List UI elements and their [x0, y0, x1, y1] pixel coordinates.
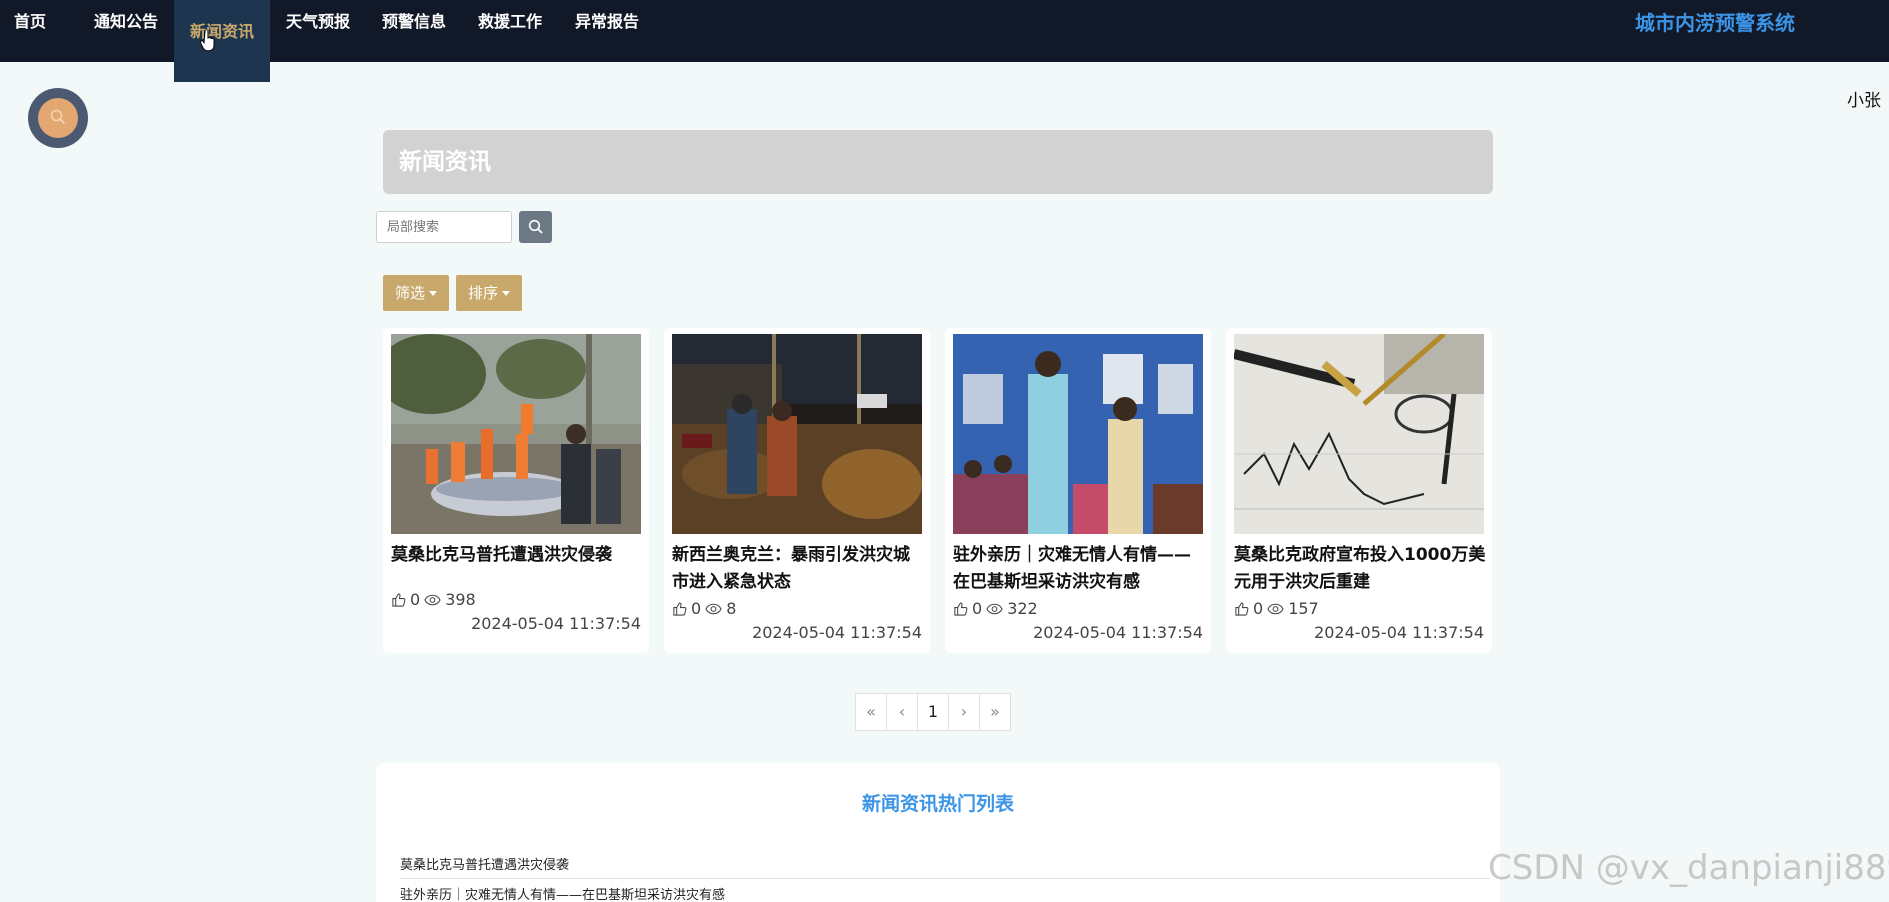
nav-item-rescue[interactable]: 救援工作 — [478, 0, 542, 46]
news-image-relief-tent[interactable] — [953, 334, 1203, 534]
news-card[interactable]: 莫桑比克政府宣布投入1000万美元用于洪灾后重建 0 157 2024-05-0… — [1226, 328, 1492, 653]
filter-label: 筛选 — [395, 284, 426, 302]
eye-icon — [1267, 603, 1284, 614]
page-next-button[interactable]: › — [948, 693, 980, 731]
hot-list-title: 新闻资讯热门列表 — [861, 793, 1014, 815]
news-stats: 0 157 — [1234, 599, 1319, 618]
pagination: « ‹ 1 › » — [855, 693, 1011, 731]
news-date: 2024-05-04 11:37:54 — [1314, 623, 1484, 642]
username-label[interactable]: 小张 — [1847, 86, 1881, 111]
nav-item-warnings[interactable]: 预警信息 — [382, 0, 446, 46]
news-image-finance-chart[interactable] — [1234, 334, 1484, 534]
eye-icon — [705, 603, 722, 614]
nav-item-home[interactable]: 首页 — [14, 0, 46, 46]
search-button[interactable] — [519, 211, 552, 243]
news-card[interactable]: 新西兰奥克兰：暴雨引发洪灾城市进入紧急状态 0 8 2024-05-04 11:… — [664, 328, 930, 653]
news-stats: 0 322 — [953, 599, 1038, 618]
thumbs-up-icon[interactable] — [1234, 601, 1249, 616]
like-count: 0 — [1253, 599, 1264, 618]
page-last-button[interactable]: » — [979, 693, 1011, 731]
watermark: CSDN @vx_danpianji889 — [1488, 848, 1889, 888]
caret-down-icon — [502, 291, 511, 296]
site-brand: 城市内涝预警系统 — [1635, 11, 1795, 35]
page-prev-button[interactable]: ‹ — [886, 693, 918, 731]
nav-item-weather[interactable]: 天气预报 — [286, 0, 350, 46]
thumbs-up-icon[interactable] — [391, 592, 406, 607]
sort-dropdown-button[interactable]: 排序 — [456, 275, 523, 311]
news-image-flooded-street[interactable] — [672, 334, 922, 534]
floating-search-inner — [38, 98, 78, 138]
nav-item-anomaly-report[interactable]: 异常报告 — [575, 0, 639, 46]
search-icon — [50, 109, 66, 125]
news-title[interactable]: 莫桑比克马普托遭遇洪灾侵袭 — [391, 542, 643, 569]
caret-down-icon — [429, 291, 438, 296]
page-first-button[interactable]: « — [855, 693, 887, 731]
search-icon — [528, 219, 543, 234]
news-card[interactable]: 驻外亲历｜灾难无情人有情——在巴基斯坦采访洪灾有感 0 322 2024-05-… — [945, 328, 1211, 653]
news-stats: 0 8 — [672, 599, 736, 618]
like-count: 0 — [691, 599, 702, 618]
thumbs-up-icon[interactable] — [672, 601, 687, 616]
eye-icon — [424, 594, 441, 605]
thumbs-up-icon[interactable] — [953, 601, 968, 616]
search-input[interactable] — [376, 211, 512, 243]
news-date: 2024-05-04 11:37:54 — [752, 623, 922, 642]
news-title[interactable]: 新西兰奥克兰：暴雨引发洪灾城市进入紧急状态 — [672, 542, 924, 596]
news-title[interactable]: 驻外亲历｜灾难无情人有情——在巴基斯坦采访洪灾有感 — [953, 542, 1205, 596]
news-stats: 0 398 — [391, 590, 476, 609]
news-date: 2024-05-04 11:37:54 — [471, 614, 641, 633]
filter-dropdown-button[interactable]: 筛选 — [383, 275, 450, 311]
hot-news-panel: 新闻资讯热门列表 莫桑比克马普托遭遇洪灾侵袭 驻外亲历｜灾难无情人有情——在巴基… — [376, 763, 1500, 902]
view-count: 322 — [1007, 599, 1038, 618]
news-date: 2024-05-04 11:37:54 — [1033, 623, 1203, 642]
hand-cursor-icon — [200, 30, 215, 52]
like-count: 0 — [972, 599, 983, 618]
page-title: 新闻资讯 — [383, 130, 1493, 194]
news-card[interactable]: 莫桑比克马普托遭遇洪灾侵袭 0 398 2024-05-04 11:37:54 — [383, 328, 649, 653]
nav-item-notices[interactable]: 通知公告 — [94, 0, 158, 46]
news-image-flood-rescue[interactable] — [391, 334, 641, 534]
like-count: 0 — [410, 590, 421, 609]
sort-label: 排序 — [468, 284, 499, 302]
hot-list-item[interactable]: 莫桑比克马普托遭遇洪灾侵袭 — [400, 854, 1490, 879]
view-count: 8 — [726, 599, 737, 618]
floating-search-button[interactable] — [28, 88, 88, 148]
news-title[interactable]: 莫桑比克政府宣布投入1000万美元用于洪灾后重建 — [1234, 542, 1486, 596]
page-current-button[interactable]: 1 — [917, 693, 949, 731]
view-count: 398 — [445, 590, 476, 609]
nav-item-news[interactable]: 新闻资讯 — [174, 0, 270, 82]
view-count: 157 — [1288, 599, 1319, 618]
eye-icon — [986, 603, 1003, 614]
hot-list-item[interactable]: 驻外亲历｜灾难无情人有情——在巴基斯坦采访洪灾有感 — [400, 884, 1490, 902]
